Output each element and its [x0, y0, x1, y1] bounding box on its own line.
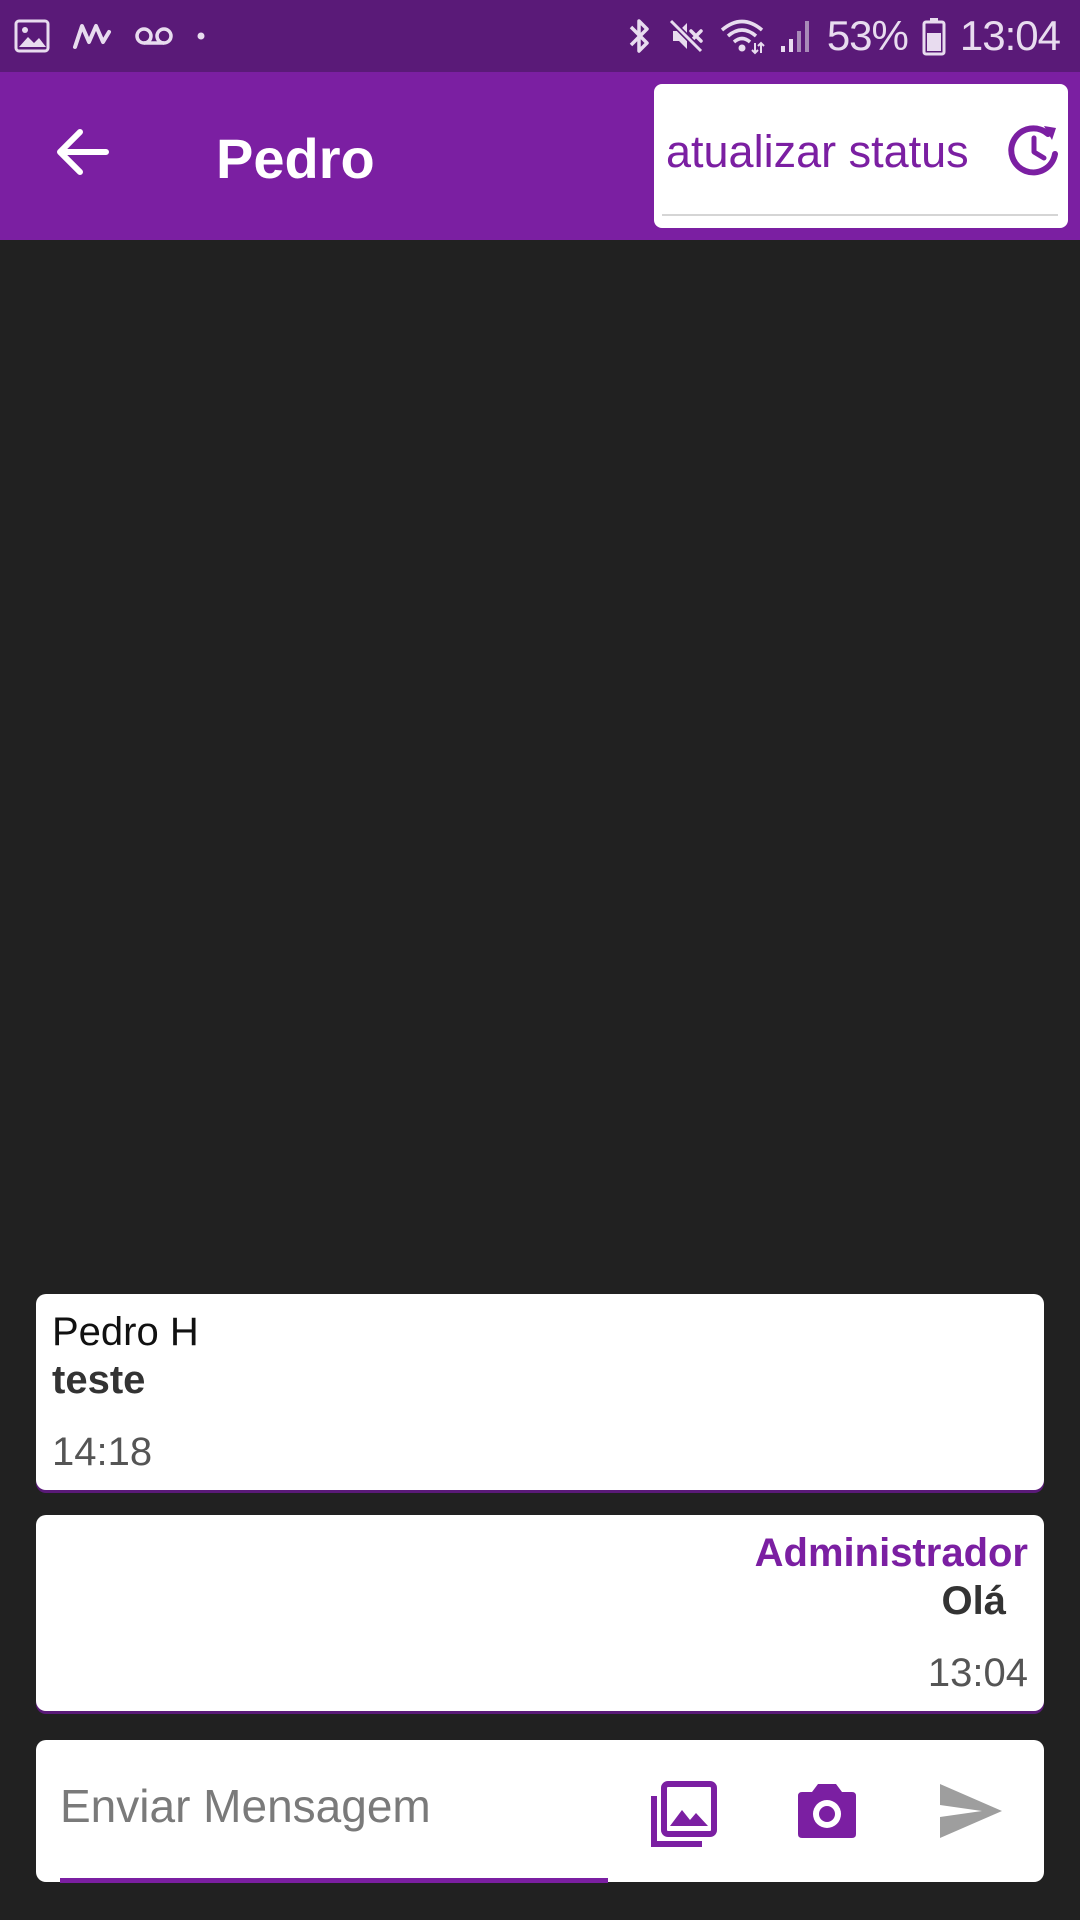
refresh-clock-icon — [1004, 120, 1064, 180]
message-text: Olá — [941, 1579, 1006, 1623]
update-status-label: atualizar status — [666, 126, 969, 177]
send-icon — [936, 1784, 1006, 1846]
m-logo-icon — [72, 22, 112, 50]
message-time: 14:18 — [52, 1430, 153, 1474]
message-composer — [36, 1740, 1044, 1883]
voicemail-icon — [134, 25, 174, 47]
clock: 13:04 — [959, 12, 1061, 59]
mute-icon — [667, 17, 705, 55]
app-bar: Pedro atualizar status — [0, 72, 1080, 240]
camera-button[interactable] — [794, 1780, 860, 1842]
image-icon — [14, 19, 50, 53]
message-card: Pedro H teste 14:18 — [36, 1294, 1044, 1490]
photo-library-icon — [648, 1781, 720, 1854]
back-button[interactable] — [50, 124, 116, 184]
message-sender: Administrador — [754, 1531, 1028, 1575]
camera-icon — [794, 1784, 860, 1846]
message-time: 13:04 — [927, 1651, 1028, 1695]
status-bar-left — [14, 14, 228, 58]
page-title: Pedro — [216, 127, 375, 190]
status-bar: 53% 13:04 — [0, 0, 1080, 72]
message-card: Administrador Olá 13:04 — [36, 1515, 1044, 1711]
signal-icon — [779, 18, 813, 54]
dot-icon — [196, 31, 206, 41]
message-sender: Pedro H — [52, 1310, 199, 1354]
wifi-icon — [719, 17, 765, 55]
status-bar-right: 53% 13:04 — [613, 10, 1061, 62]
update-status-button[interactable]: atualizar status — [654, 84, 1068, 228]
arrow-left-icon — [56, 128, 110, 180]
send-button[interactable] — [936, 1780, 1006, 1842]
battery-percent: 53% — [826, 12, 909, 59]
bluetooth-icon — [627, 16, 653, 56]
message-text: teste — [52, 1358, 146, 1402]
input-underline — [60, 1878, 608, 1883]
message-input[interactable] — [60, 1766, 600, 1846]
battery-icon — [922, 16, 946, 56]
status-underline — [662, 214, 1058, 216]
gallery-button[interactable] — [648, 1778, 720, 1850]
